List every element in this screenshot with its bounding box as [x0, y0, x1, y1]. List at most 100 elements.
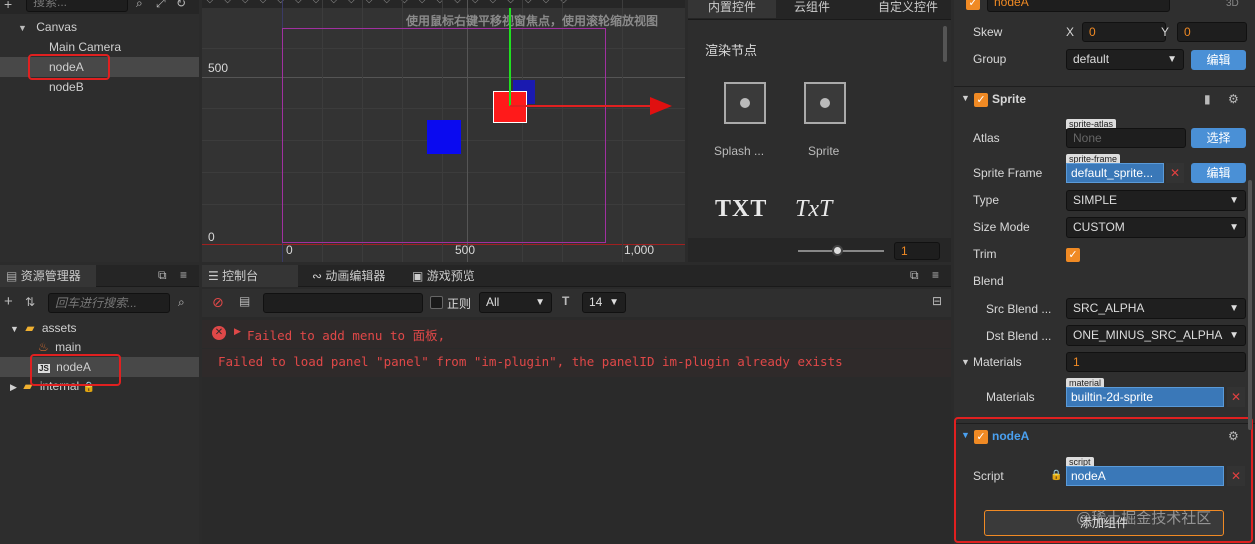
menu-icon[interactable]: ≡	[932, 268, 939, 282]
menu-icon[interactable]: ≡	[180, 268, 187, 282]
inspector-scrollbar[interactable]	[1248, 180, 1252, 430]
group-edit-button[interactable]: 编辑	[1191, 50, 1246, 70]
console-icon: ☰	[208, 269, 219, 283]
tree-item-canvas[interactable]: ▼ Canvas	[0, 17, 199, 37]
zoom-bar: 1	[688, 238, 951, 262]
size-mode-label: Size Mode	[973, 220, 1030, 234]
widget-splash[interactable]: Splash ...	[710, 80, 780, 160]
sprite-frame-label: Sprite Frame	[973, 166, 1043, 180]
collapse-icon[interactable]: ⤢	[156, 0, 166, 11]
add-asset-icon[interactable]: +	[4, 293, 13, 310]
size-mode-select[interactable]: CUSTOM ▼	[1066, 217, 1246, 238]
console-toolbar: ⊘ ▤ 正则 All ▼ T 14 ▼ ⊟	[202, 289, 951, 317]
node-name-input[interactable]: nodeA	[987, 0, 1170, 12]
asset-item-assets[interactable]: ▼ ▰ assets	[0, 318, 199, 338]
search-icon[interactable]: ⌕	[136, 0, 143, 11]
material-field[interactable]: builtin-2d-sprite	[1066, 387, 1224, 407]
gear-icon[interactable]: ⚙	[1228, 92, 1239, 106]
clear-icon[interactable]: ✕	[1227, 387, 1245, 407]
tab-animation[interactable]: ∾ 动画编辑器	[306, 265, 391, 287]
group-label: Group	[973, 52, 1007, 66]
console-tabbar: ☰ 控制台 ∾ 动画编辑器 ▣ 游戏预览 ⧉ ≡	[202, 265, 951, 287]
maximize-icon[interactable]: ⧉	[158, 268, 167, 283]
tab-custom[interactable]: 自定义控件	[872, 0, 944, 18]
search-icon[interactable]: ⌕	[178, 295, 185, 310]
component-title: Sprite	[992, 92, 1027, 106]
widget-sprite[interactable]: Sprite	[790, 80, 860, 160]
sort-icon[interactable]: ⇅	[25, 295, 35, 309]
sprite-frame-field[interactable]: default_sprite...	[1066, 163, 1164, 183]
add-icon[interactable]: +	[4, 0, 12, 12]
expand-arrow-icon: ▼	[10, 324, 19, 334]
group-select[interactable]: default ▼	[1066, 49, 1184, 70]
dst-blend-label: Dst Blend ...	[986, 329, 1052, 343]
label-widget-icon[interactable]: TXT	[715, 196, 767, 223]
expand-arrow-icon: ▼	[18, 23, 27, 33]
sprite-placeholder-icon	[724, 82, 766, 124]
book-icon[interactable]: ▮	[1204, 92, 1211, 106]
tab-game-preview[interactable]: ▣ 游戏预览	[406, 265, 481, 287]
console-line-error[interactable]: ✕ ▶ Failed to add menu to 面板,	[202, 320, 951, 348]
assets-tabbar: ▤ 资源管理器 ⧉ ≡	[0, 265, 199, 287]
skew-x-input[interactable]: 0	[1082, 22, 1166, 42]
font-size-select[interactable]: 14 ▼	[582, 292, 626, 313]
sprite-frame-edit-button[interactable]: 编辑	[1191, 163, 1246, 183]
maximize-icon[interactable]: ⧉	[910, 268, 919, 283]
font-size-icon: T	[562, 294, 570, 308]
sprite-component-header[interactable]: ▼ ✓ Sprite ▮ ⚙	[954, 86, 1255, 112]
tree-item-label: Canvas	[36, 20, 77, 34]
refresh-icon[interactable]: ↻	[176, 0, 186, 10]
dst-blend-select[interactable]: ONE_MINUS_SRC_ALPHA ▼	[1066, 325, 1246, 346]
regex-checkbox[interactable]	[430, 296, 443, 309]
animation-icon: ∾	[312, 269, 323, 283]
console-panel: ☰ 控制台 ∾ 动画编辑器 ▣ 游戏预览 ⧉ ≡ ⊘ ▤ 正则 All ▼ T 1…	[202, 265, 951, 544]
zoom-value-input[interactable]: 1	[894, 242, 940, 260]
tab-console[interactable]: ☰ 控制台	[202, 265, 298, 287]
type-select[interactable]: SIMPLE ▼	[1066, 190, 1246, 211]
scene-panel[interactable]: ◇◇◇◇◇◇◇◇◇◇◇◇◇◇◇◇◇◇◇◇◇ 使用鼠标右键平移视窗焦点，使用滚轮缩…	[202, 0, 685, 262]
folder-icon: ▰	[25, 321, 35, 335]
atlas-select-button[interactable]: 选择	[1191, 128, 1246, 148]
src-blend-label: Src Blend ...	[986, 302, 1052, 316]
atlas-field[interactable]: None	[1066, 128, 1186, 148]
materials-count-input[interactable]: 1	[1066, 352, 1246, 372]
assets-panel: ▤ 资源管理器 ⧉ ≡ + ⇅ 回车进行搜索... ⌕ ▼ ▰ assets ♨…	[0, 265, 199, 544]
log-level-select[interactable]: All ▼	[479, 292, 552, 313]
sprite-enabled-checkbox[interactable]: ✓	[974, 93, 988, 107]
gizmo-x-axis[interactable]	[510, 105, 652, 107]
gizmo-y-axis[interactable]	[509, 8, 511, 106]
fire-icon: ♨	[38, 340, 49, 354]
expand-arrow-icon[interactable]: ▶	[234, 326, 241, 337]
widget-label: Splash ...	[714, 144, 765, 158]
open-log-icon[interactable]: ▤	[239, 294, 250, 308]
src-blend-select[interactable]: SRC_ALPHA ▼	[1066, 298, 1246, 319]
axis-label-x500: 500	[455, 243, 476, 257]
scrollbar[interactable]	[943, 26, 947, 62]
hierarchy-toolbar: + 搜索... ⌕ ⤢ ↻	[0, 0, 199, 14]
richtext-widget-icon[interactable]: TxT	[795, 196, 832, 223]
clear-icon[interactable]: ⊘	[212, 294, 224, 311]
tab-cloud[interactable]: 云组件	[788, 0, 836, 18]
nodeB-sprite[interactable]	[427, 120, 461, 154]
tab-builtin[interactable]: 内置控件	[688, 0, 776, 18]
assets-search-input[interactable]: 回车进行搜索...	[48, 293, 170, 313]
tab-assets[interactable]: ▤ 资源管理器	[0, 265, 96, 287]
trim-checkbox[interactable]: ✓	[1066, 248, 1080, 262]
highlight-box	[30, 354, 121, 386]
scene-hint: 使用鼠标右键平移视窗焦点，使用滚轮缩放视图	[406, 14, 659, 28]
clear-icon[interactable]: ✕	[1166, 163, 1184, 183]
collapse-icon[interactable]: ⊟	[932, 294, 942, 308]
console-filter-input[interactable]	[263, 293, 423, 313]
highlight-box	[28, 54, 110, 80]
zoom-slider-handle[interactable]	[832, 245, 843, 256]
skew-y-input[interactable]: 0	[1177, 22, 1247, 42]
node-header: ✓ nodeA 3D	[954, 0, 1255, 12]
watermark: @稀土掘金技术社区	[1076, 510, 1212, 527]
widgets-tabbar: 内置控件 云组件 自定义控件	[688, 0, 951, 20]
hierarchy-search-input[interactable]: 搜索...	[26, 0, 128, 12]
node-active-checkbox[interactable]: ✓	[966, 0, 980, 10]
tree-item-nodeB[interactable]: nodeB	[0, 77, 199, 97]
badge-3d[interactable]: 3D	[1226, 0, 1239, 9]
gizmo-x-arrow-icon[interactable]	[650, 97, 672, 115]
console-line-error[interactable]: Failed to load panel "panel" from "im-pl…	[202, 349, 951, 377]
